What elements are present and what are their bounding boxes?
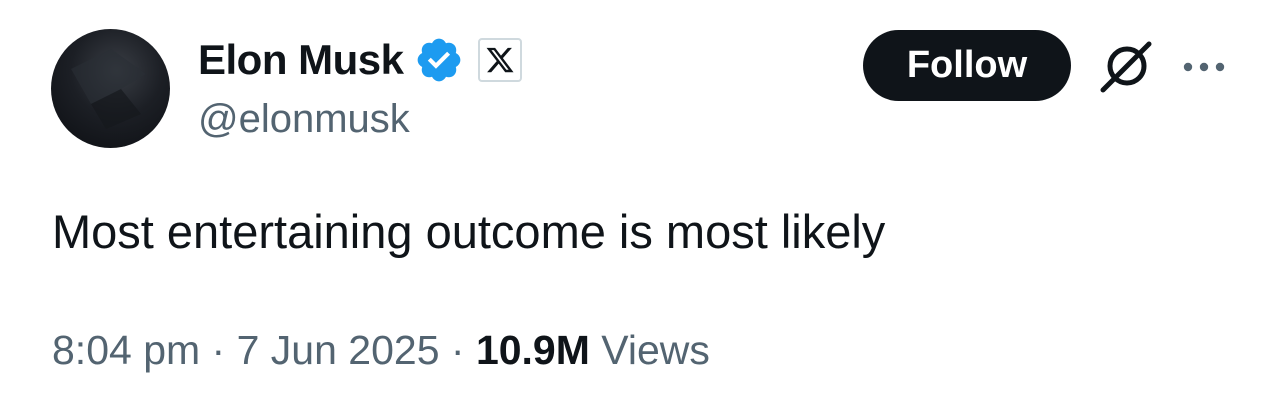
views-count[interactable]: 10.9M (476, 327, 590, 373)
tweet-meta: 8:04 pm · 7 Jun 2025 · 10.9M Views (52, 323, 710, 377)
tweet-date[interactable]: 7 Jun 2025 (237, 327, 440, 373)
views-label[interactable]: Views (590, 327, 710, 373)
meta-separator: · (200, 327, 237, 373)
verified-badge-icon[interactable] (414, 35, 464, 85)
display-name[interactable]: Elon Musk (198, 32, 404, 88)
author-identity: Elon Musk @elonmusk (198, 32, 522, 144)
avatar[interactable] (51, 29, 170, 148)
more-options-icon[interactable] (1180, 52, 1228, 82)
meta-separator: · (439, 327, 476, 373)
x-logo-icon[interactable] (477, 38, 522, 82)
tweet-time[interactable]: 8:04 pm (52, 327, 200, 373)
follow-button[interactable]: Follow (863, 30, 1071, 101)
grok-icon[interactable] (1097, 38, 1155, 96)
tweet-text: Most entertaining outcome is most likely (52, 205, 886, 258)
author-handle[interactable]: @elonmusk (198, 94, 522, 144)
avatar-image (71, 49, 146, 129)
name-row: Elon Musk (198, 32, 522, 88)
tweet-card: Elon Musk @elonmusk Follow Most entertai… (0, 0, 1284, 404)
